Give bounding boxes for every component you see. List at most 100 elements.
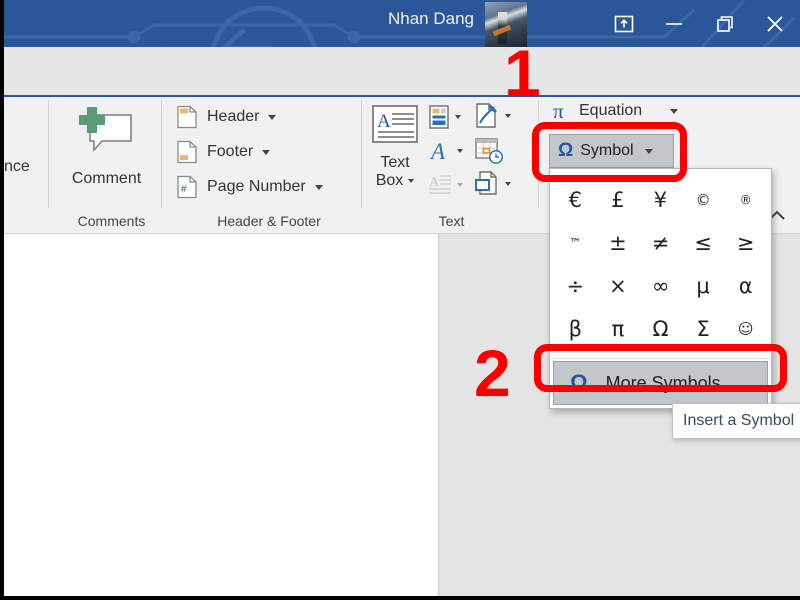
chevron-down-icon[interactable] [455, 115, 461, 119]
yen-sign[interactable]: ¥ [639, 178, 682, 221]
annotation-step-1: 1 [504, 40, 541, 106]
quick-parts-icon [428, 104, 450, 130]
page-number-icon: # [176, 175, 198, 199]
group-label-text: Text [364, 213, 539, 229]
text-box-label-line2: Box [376, 172, 404, 190]
mu-sign[interactable]: μ [682, 264, 725, 307]
omega-icon: Ω [558, 140, 573, 162]
page-number-button[interactable]: # Page Number [176, 175, 323, 199]
account-name[interactable]: Nhan Dang [388, 9, 474, 29]
group-separator [161, 100, 162, 208]
title-bar: Nhan Dang [4, 0, 800, 47]
equation-button[interactable]: π Equation [551, 100, 678, 122]
group-separator [361, 100, 362, 208]
minimize-button[interactable] [651, 4, 697, 44]
pi-icon: π [551, 100, 573, 122]
chevron-down-icon[interactable] [670, 109, 678, 114]
restore-button[interactable] [702, 4, 748, 44]
chevron-down-icon[interactable] [408, 179, 414, 183]
symbol-label: Symbol [580, 142, 633, 160]
less-or-equal-sign[interactable]: ≤ [682, 221, 725, 264]
object-button[interactable] [474, 170, 511, 198]
drop-cap-icon: A [428, 172, 452, 198]
header-label: Header [207, 108, 259, 126]
text-box-label-line1: Text [369, 154, 421, 172]
close-button[interactable] [752, 4, 798, 44]
document-page[interactable] [4, 234, 439, 600]
minimize-icon [663, 18, 685, 30]
object-icon [474, 170, 500, 198]
copyright-sign[interactable]: © [682, 178, 725, 221]
group-separator [538, 100, 539, 208]
smiley-face-sign[interactable]: ☺ [724, 307, 767, 350]
new-comment-label: Comment [59, 170, 154, 188]
division-sign[interactable]: ÷ [554, 264, 597, 307]
chevron-down-icon[interactable] [457, 149, 463, 153]
pound-sign[interactable]: £ [597, 178, 640, 221]
beta-sign[interactable]: β [554, 307, 597, 350]
euro-sign[interactable]: € [554, 178, 597, 221]
ribbon-display-options-icon [614, 14, 634, 34]
trademark-sign[interactable]: ™ [554, 221, 597, 264]
text-box-button[interactable]: A Text Box [369, 103, 421, 195]
symbol-dropdown-menu: €£¥©®™±≠≤≥÷×∞μαβπΩΣ☺ Ω More Symbols... [549, 168, 772, 409]
ribbon-display-options-button[interactable] [601, 4, 647, 44]
signature-line-icon [474, 102, 500, 130]
chevron-down-icon[interactable] [315, 185, 323, 190]
wordart-icon: A [430, 138, 452, 164]
sigma-sign[interactable]: Σ [682, 307, 725, 350]
footer-icon [176, 140, 198, 164]
infinity-sign[interactable]: ∞ [639, 264, 682, 307]
more-symbols-accelerator: M [606, 373, 621, 393]
close-icon [764, 13, 786, 35]
wordart-button[interactable]: A [430, 138, 463, 164]
more-symbols-rest: ore Symbols... [621, 373, 736, 393]
svg-text:A: A [429, 175, 440, 190]
symbol-button[interactable]: Ω Symbol [549, 134, 674, 168]
not-equal-sign[interactable]: ≠ [639, 221, 682, 264]
drop-cap-button[interactable]: A [428, 172, 463, 198]
date-time-button[interactable] [474, 137, 504, 165]
equation-label: Equation [579, 102, 642, 120]
recent-symbols-grid: €£¥©® ™±≠≤≥ ÷×∞μα βπΩΣ☺ [550, 172, 771, 358]
chevron-down-icon[interactable] [505, 182, 511, 186]
header-button[interactable]: Header [176, 105, 276, 129]
svg-text:A: A [430, 139, 446, 164]
chevron-down-icon[interactable] [645, 149, 653, 154]
group-separator [48, 100, 49, 208]
quick-parts-button[interactable] [428, 104, 461, 130]
page-number-label: Page Number [207, 178, 306, 196]
multiplication-sign[interactable]: × [597, 264, 640, 307]
date-time-icon [474, 137, 504, 165]
word-window: Nhan Dang [0, 0, 800, 600]
group-label-header-footer: Header & Footer [179, 213, 359, 229]
svg-text:π: π [553, 100, 564, 122]
text-box-icon: A [370, 103, 420, 149]
annotation-step-2: 2 [474, 340, 511, 406]
new-comment-icon [76, 103, 138, 161]
tooltip: Insert a Symbol [672, 403, 800, 439]
chevron-down-icon[interactable] [268, 115, 276, 120]
more-symbols-menu-item[interactable]: Ω More Symbols... [553, 361, 768, 405]
greater-or-equal-sign[interactable]: ≥ [724, 221, 767, 264]
chevron-down-icon[interactable] [262, 150, 270, 155]
group-label-comments: Comments [64, 213, 159, 229]
text-box-label-row2: Box [369, 172, 421, 190]
pi-sign[interactable]: π [597, 307, 640, 350]
window-caption-buttons [601, 4, 798, 44]
plus-minus-sign[interactable]: ± [597, 221, 640, 264]
omega-icon: Ω [570, 370, 588, 396]
footer-button[interactable]: Footer [176, 140, 270, 164]
chevron-down-icon[interactable] [457, 183, 463, 187]
svg-text:#: # [181, 184, 187, 195]
new-comment-button[interactable]: Comment [59, 103, 154, 191]
svg-text:A: A [377, 111, 391, 132]
chevron-down-icon[interactable] [505, 114, 511, 118]
reference-group-fragment-label: nce [4, 158, 30, 176]
restore-icon [715, 14, 735, 34]
registered-sign[interactable]: ® [724, 178, 767, 221]
menu-divider [551, 358, 770, 359]
alpha-sign[interactable]: α [724, 264, 767, 307]
footer-label: Footer [207, 143, 253, 161]
omega-sign[interactable]: Ω [639, 307, 682, 350]
